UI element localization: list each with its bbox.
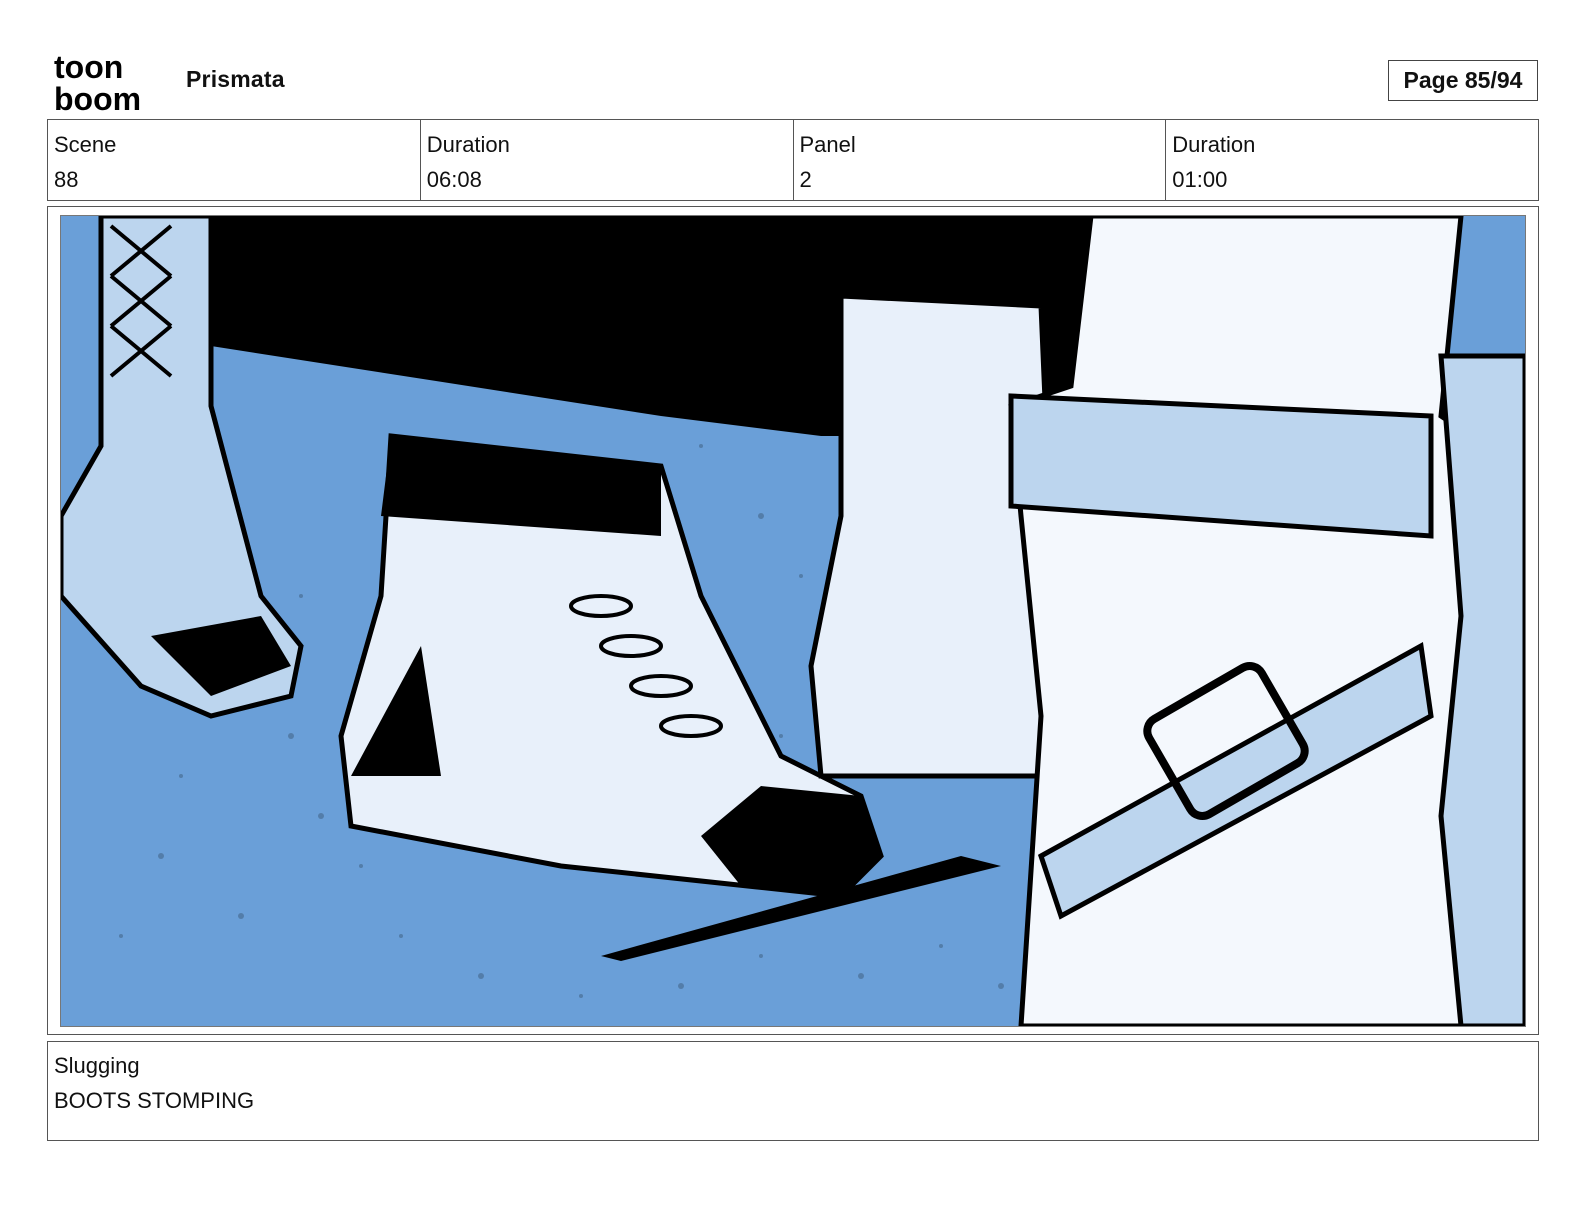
boots-illustration (61, 216, 1525, 1026)
panel-duration-value: 01:00 (1172, 167, 1228, 192)
scene-duration-cell: Duration 06:08 (421, 120, 794, 200)
scene-duration-label: Duration (426, 132, 510, 157)
scene-label: Scene (54, 132, 117, 157)
scene-duration-value: 06:08 (426, 167, 482, 192)
panel-duration-cell: Duration 01:00 (1166, 120, 1538, 200)
scene-cell: Scene 88 (48, 120, 421, 200)
scene-info-row: Scene 88 Duration 06:08 Panel 2 Duration… (47, 119, 1539, 201)
panel-cell: Panel 2 (794, 120, 1167, 200)
panel-value: 2 (799, 167, 812, 192)
storyboard-panel-frame (47, 206, 1539, 1035)
panel-duration-label: Duration (1172, 132, 1256, 157)
storyboard-panel-image (60, 215, 1526, 1027)
project-title: Prismata (186, 66, 285, 92)
slugging-label: Slugging (54, 1053, 140, 1078)
far-right-boot (1438, 353, 1525, 1026)
toon-boom-logo: toon boom (52, 49, 164, 117)
slugging-box: Slugging BOOTS STOMPING (47, 1041, 1539, 1141)
logo-line-top: toon (54, 50, 123, 85)
logo-line-bottom: boom (54, 81, 141, 114)
slugging-text: BOOTS STOMPING (54, 1088, 255, 1113)
scene-value: 88 (54, 167, 79, 192)
panel-label: Panel (799, 132, 856, 157)
page-indicator: Page 85/94 (1388, 60, 1538, 101)
